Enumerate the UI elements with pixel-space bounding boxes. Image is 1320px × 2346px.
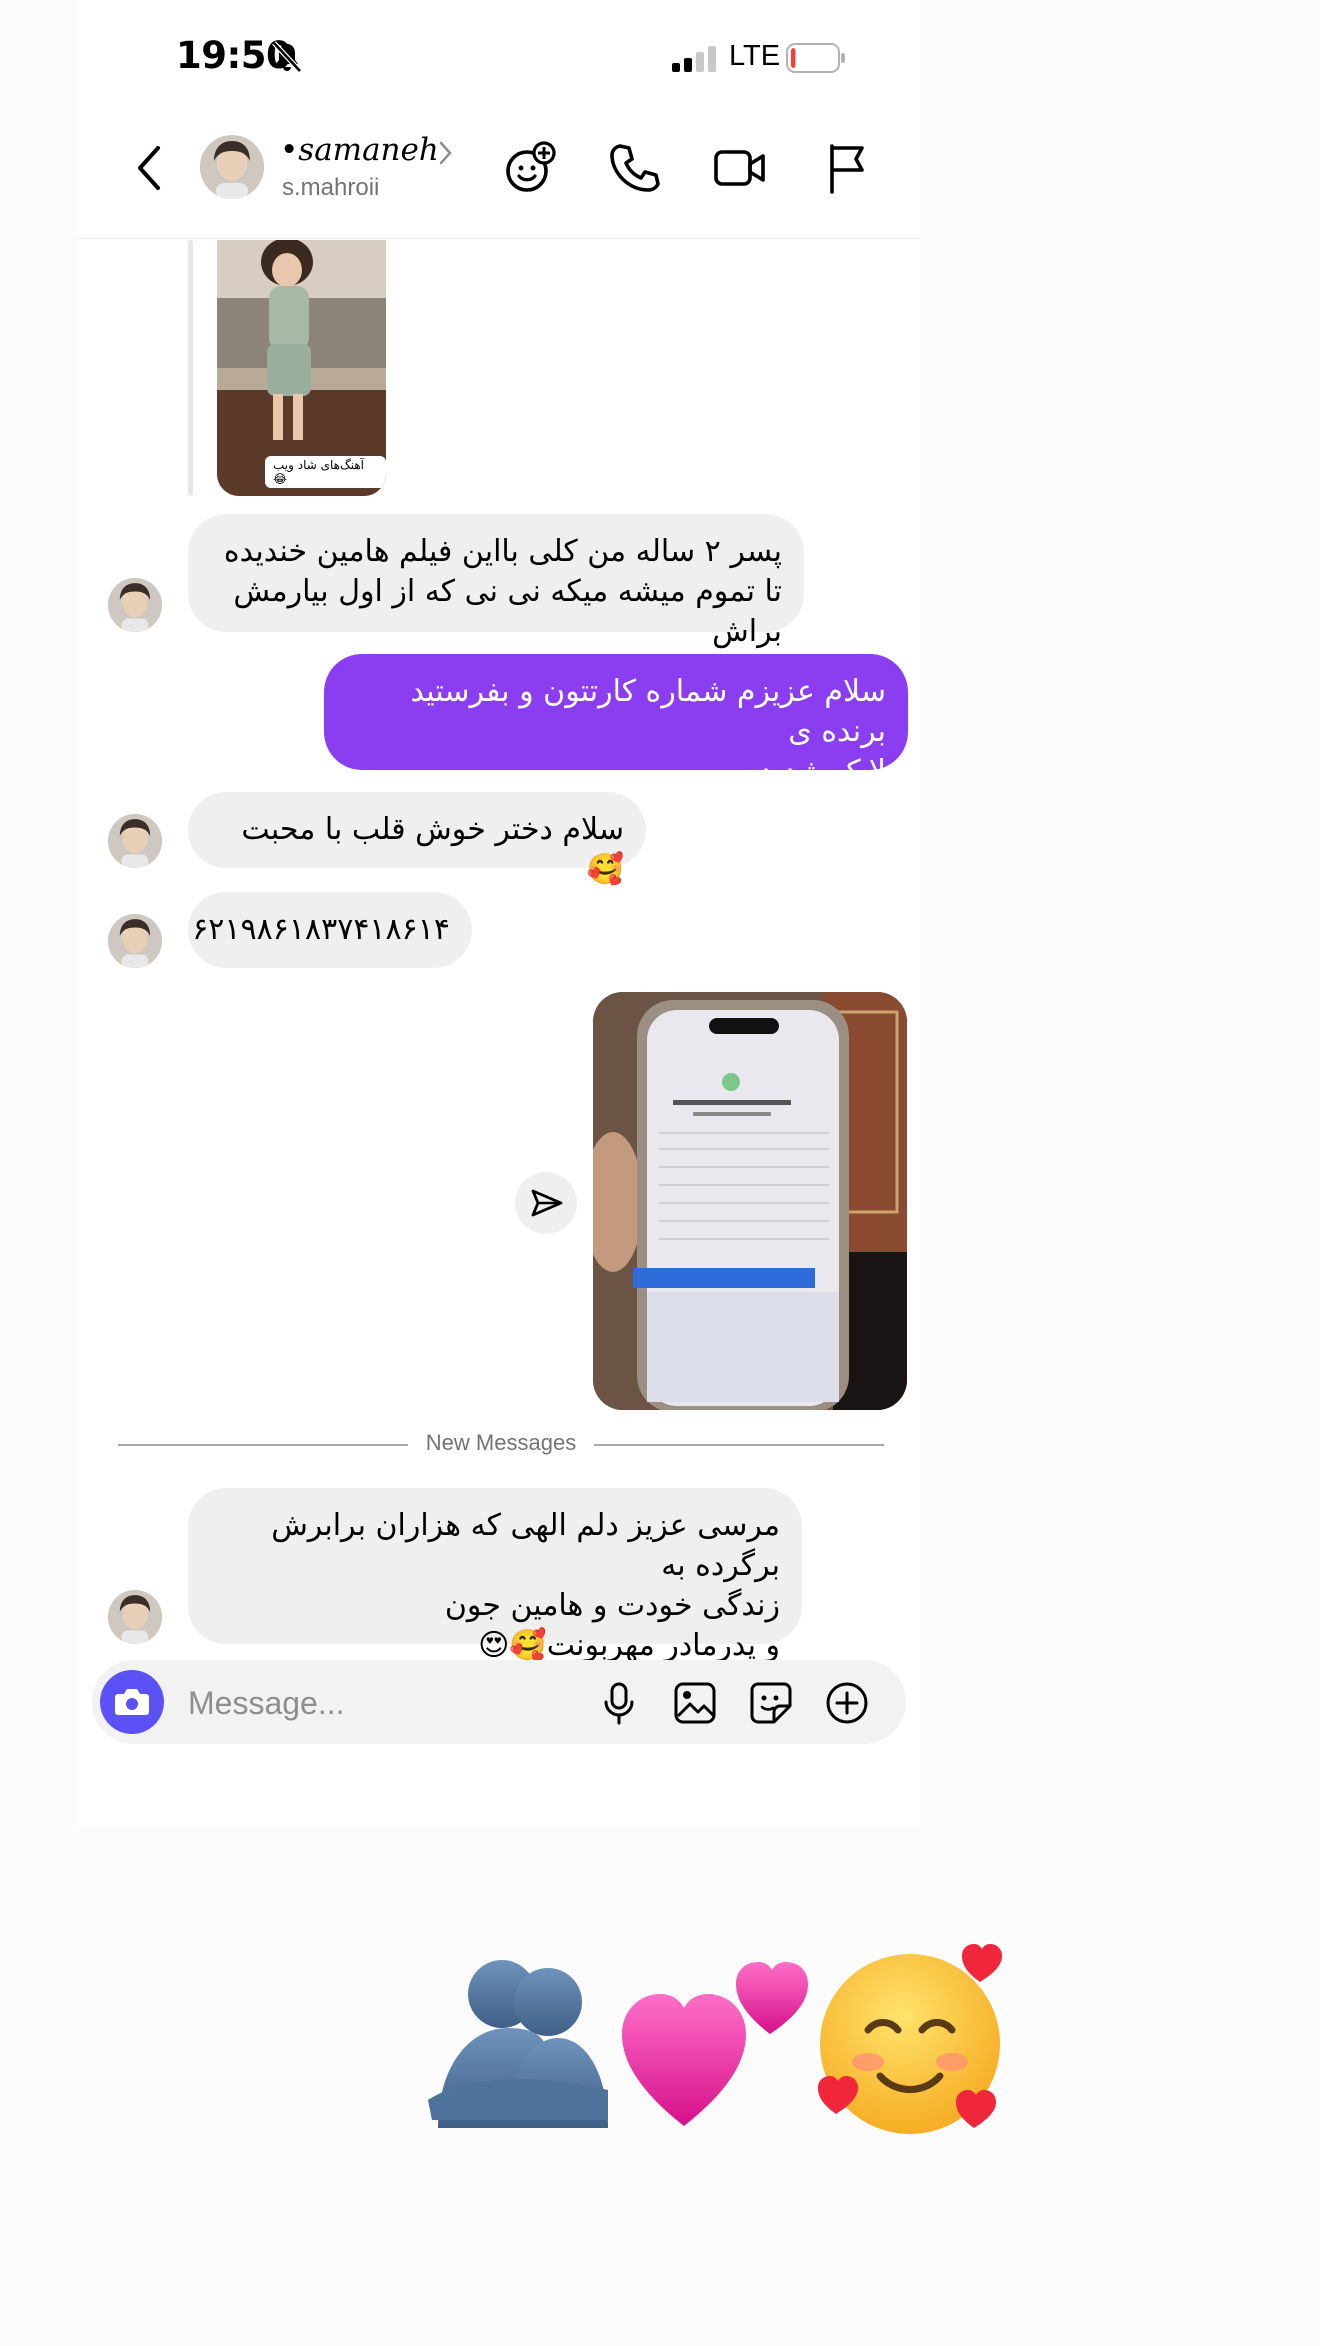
header-divider: [78, 238, 920, 239]
dm-screen: 19:50 LTE •samaneh s.mahroii: [78, 0, 920, 1826]
phone-call-icon[interactable]: [606, 140, 662, 196]
message-line: سلام دختر خوش قلب با محبت🥰: [241, 812, 624, 887]
signal-icon: [672, 46, 716, 72]
people-hugging-icon: [428, 1960, 608, 2128]
message-line: مرسی عزیز دلم الهی که هزاران برابرش برگر…: [271, 1508, 780, 1583]
message-bubble-received[interactable]: سلام دختر خوش قلب با محبت🥰: [188, 792, 646, 887]
message-input[interactable]: [186, 1674, 570, 1732]
contact-name[interactable]: •samaneh: [280, 132, 439, 168]
message-line: پسر ۲ ساله من کلی بااین فیلم هامین خندید…: [223, 534, 782, 569]
bell-off-icon: [272, 41, 302, 73]
story-thumbnail[interactable]: آهنگ‌های شاد ویب😂: [217, 240, 386, 496]
gallery-icon[interactable]: [672, 1680, 718, 1726]
network-type: LTE: [729, 40, 781, 72]
message-bubble-sent[interactable]: سلام عزیزم شماره کارتتون و بفرستید برنده…: [324, 654, 908, 789]
sender-avatar[interactable]: [108, 1590, 162, 1644]
story-music-tag: آهنگ‌های شاد ویب😂: [265, 456, 386, 488]
sender-avatar[interactable]: [108, 578, 162, 632]
message-composer: [92, 1660, 906, 1744]
new-messages-label: New Messages: [407, 1430, 595, 1455]
message-bubble-received[interactable]: پسر ۲ ساله من کلی بااین فیلم هامین خندید…: [188, 514, 804, 649]
battery-icon: [786, 43, 845, 73]
report-flag-icon[interactable]: [820, 140, 876, 196]
smiling-face-with-hearts-icon: [818, 1944, 1002, 2134]
header-avatar[interactable]: [200, 135, 264, 199]
message-line: زندگی خودت و هامین جون: [444, 1588, 780, 1623]
sender-avatar[interactable]: [108, 814, 162, 868]
message-line: تا تموم میشه میکه نی نی که از اول بیارمش…: [233, 574, 782, 649]
add-icon[interactable]: [824, 1680, 870, 1726]
message-bubble-received[interactable]: ۶۲۱۹۸۶۱۸۳۷۴۱۸۶۱۴: [188, 892, 472, 968]
video-call-icon[interactable]: [712, 140, 768, 196]
message-line: سلام عزیزم شماره کارتتون و بفرستید برنده…: [410, 674, 886, 749]
two-hearts-icon: [622, 1962, 808, 2126]
chevron-right-icon[interactable]: [438, 140, 454, 166]
share-button[interactable]: [515, 1172, 577, 1234]
message-line: لایک شدید: [759, 754, 886, 789]
contact-username[interactable]: s.mahroii: [282, 174, 379, 202]
photo-message[interactable]: [593, 992, 907, 1410]
back-button[interactable]: [128, 140, 172, 196]
camera-button[interactable]: [100, 1670, 164, 1734]
sticker-icon[interactable]: [748, 1680, 794, 1726]
sender-avatar[interactable]: [108, 914, 162, 968]
microphone-icon[interactable]: [596, 1680, 642, 1726]
new-messages-divider: New Messages: [118, 1430, 884, 1460]
message-line: ۶۲۱۹۸۶۱۸۳۷۴۱۸۶۱۴: [192, 912, 450, 947]
reply-indicator: [188, 240, 193, 496]
effects-icon[interactable]: [502, 140, 558, 196]
message-bubble-received[interactable]: مرسی عزیز دلم الهی که هزاران برابرش برگر…: [188, 1488, 802, 1663]
